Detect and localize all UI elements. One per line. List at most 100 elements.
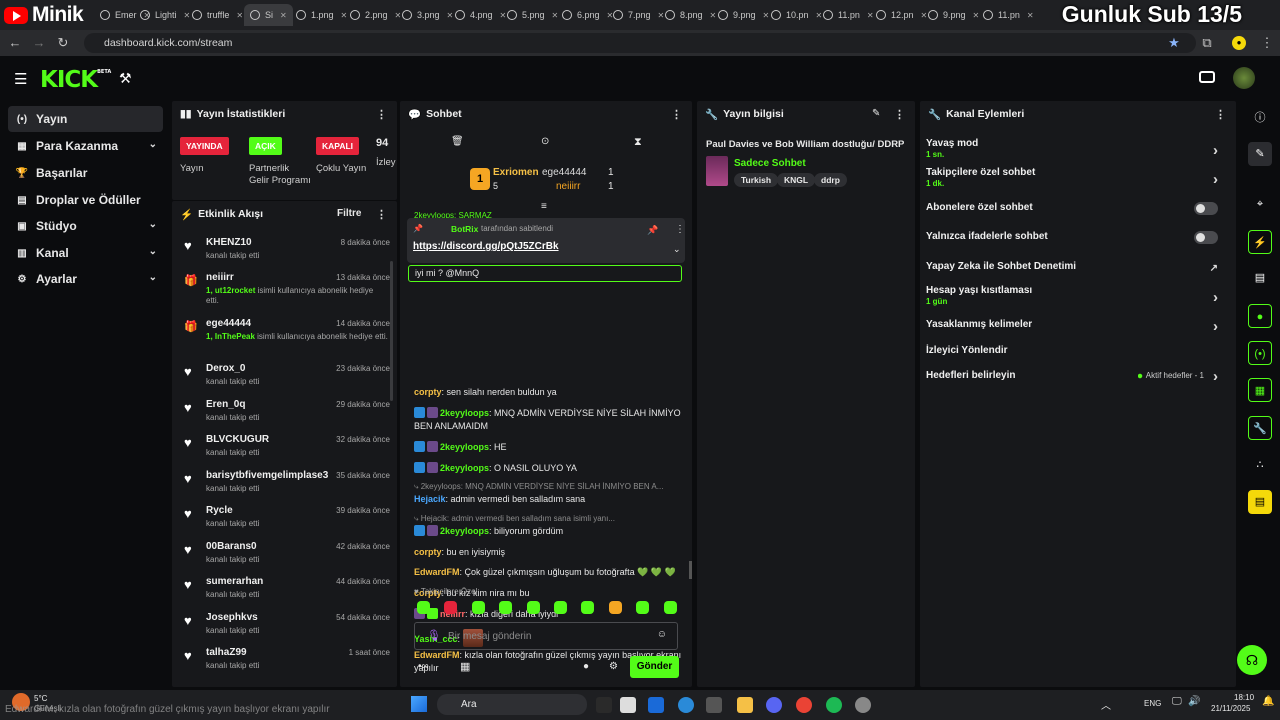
browser-menu-icon[interactable]: ⋮ bbox=[1258, 34, 1276, 52]
tab-close-icon[interactable]: ✕ bbox=[921, 11, 928, 20]
trash-icon[interactable]: 🗑 bbox=[451, 136, 464, 147]
activity-event[interactable]: ♥ talhaZ99 1 saat önce kanalı takip etti bbox=[180, 647, 390, 681]
taskbar-app-edge[interactable] bbox=[678, 697, 694, 713]
chat-rail-icon[interactable]: ● bbox=[1248, 304, 1272, 328]
channel-action-7[interactable]: İzleyici Yönlendir bbox=[926, 345, 1226, 356]
info-menu-icon[interactable]: ⋮ bbox=[894, 108, 905, 121]
help-support-icon[interactable]: ☊ bbox=[1237, 645, 1267, 675]
chat-message[interactable]: 2keyyloops: O NASIL OLUYO YA bbox=[414, 462, 684, 475]
collapse-lines-icon[interactable]: ≡ bbox=[541, 201, 547, 212]
activity-event[interactable]: ♥ Josephkvs 54 dakika önce kanalı takip ett… bbox=[180, 612, 390, 646]
windows-start-icon[interactable] bbox=[411, 696, 427, 712]
chat-input[interactable]: 🎙 Bir mesaj gönderin ☺ bbox=[414, 622, 678, 650]
reload-icon[interactable]: ↻ bbox=[54, 34, 72, 52]
chevron-down-icon[interactable]: ⌄ bbox=[149, 272, 157, 283]
unpin-icon[interactable]: 📌 bbox=[647, 225, 658, 236]
edit-pencil-icon[interactable]: ✎ bbox=[872, 108, 880, 119]
sidebar-item-6[interactable]: ⚙ Ayarlar ⌄ bbox=[8, 266, 163, 292]
browser-tab[interactable]: Lighti ✕ bbox=[140, 4, 190, 26]
chat-username[interactable]: 2keyyloops bbox=[440, 442, 489, 452]
taskbar-app-chrome[interactable] bbox=[796, 697, 812, 713]
taskbar-app-mail[interactable] bbox=[648, 697, 664, 713]
clock-time[interactable]: 18:10 bbox=[1234, 693, 1254, 702]
browser-tab[interactable]: 5.png ✕ bbox=[507, 4, 558, 26]
activity-event[interactable]: ♥ Derox_0 23 dakika önce kanalı takip etti bbox=[180, 363, 390, 397]
browser-tab[interactable]: 2.png ✕ bbox=[350, 4, 401, 26]
pinned-menu-icon[interactable]: ⋮ bbox=[675, 224, 685, 235]
chat-bubble-small-icon[interactable]: ● bbox=[583, 661, 589, 672]
store-icon[interactable]: ▦ bbox=[460, 660, 470, 673]
wrench-rail-icon[interactable]: 🔧 bbox=[1248, 416, 1272, 440]
browser-tab[interactable]: 4.png ✕ bbox=[455, 4, 506, 26]
browser-tab[interactable]: Si ✕ bbox=[244, 4, 293, 26]
reply-preview[interactable]: ⤷ 2keyyloops: MNQ ADMİN VERDİYSE NİYE Sİ… bbox=[414, 482, 684, 492]
emote-icon[interactable] bbox=[636, 601, 650, 614]
broadcast-rail-icon[interactable]: (•) bbox=[1248, 341, 1272, 365]
emote-icon[interactable] bbox=[663, 601, 677, 614]
chat-username[interactable]: 2keyyloops bbox=[440, 408, 489, 418]
tab-close-icon[interactable]: ✕ bbox=[973, 11, 980, 20]
pinned-expand-icon[interactable]: ⌄ bbox=[673, 244, 681, 255]
stream-tag[interactable]: ddrp bbox=[814, 173, 847, 187]
chevron-down-icon[interactable]: ⌄ bbox=[149, 219, 157, 230]
tray-chevron-icon[interactable]: ︿ bbox=[1101, 697, 1111, 712]
activity-scrollbar[interactable] bbox=[390, 261, 393, 401]
tab-close-icon[interactable]: ✕ bbox=[447, 11, 454, 20]
sidebar-item-0[interactable]: (•) Yayın bbox=[8, 106, 163, 132]
chevron-right-icon[interactable]: › bbox=[1213, 142, 1218, 159]
reply-preview[interactable]: ⤷ Hejacik: admin vermedi ben salladım sa… bbox=[414, 514, 684, 524]
tab-close-icon[interactable]: ✕ bbox=[1027, 11, 1034, 20]
clock-date[interactable]: 21/11/2025 bbox=[1211, 704, 1250, 713]
hourglass-icon[interactable]: ⧗ bbox=[634, 136, 642, 149]
chevron-down-icon[interactable]: ⌄ bbox=[149, 139, 157, 150]
leaderboard-row2-user[interactable]: neiiirr bbox=[556, 181, 580, 192]
chevron-right-icon[interactable]: › bbox=[1213, 171, 1218, 188]
browser-tab[interactable]: 11.pn ✕ bbox=[983, 4, 1034, 26]
sidebar-item-3[interactable]: ▤ Droplar ve Ödüller bbox=[8, 187, 163, 213]
tab-close-icon[interactable]: ✕ bbox=[710, 11, 717, 20]
user-avatar[interactable] bbox=[1233, 67, 1255, 89]
category-thumbnail[interactable] bbox=[706, 156, 728, 186]
taskbar-app-store[interactable] bbox=[620, 697, 636, 713]
chat-message[interactable]: corpty: sen silahı nerden buldun ya bbox=[414, 386, 684, 399]
chevron-right-icon[interactable]: › bbox=[1213, 289, 1218, 306]
volume-icon[interactable]: 🔊 bbox=[1188, 696, 1200, 707]
stats-menu-icon[interactable]: ⋮ bbox=[376, 108, 387, 121]
emote-icon[interactable] bbox=[499, 601, 513, 614]
browser-tab[interactable]: 9.png ✕ bbox=[718, 4, 769, 26]
tab-close-icon[interactable]: ✕ bbox=[763, 11, 770, 20]
browser-tab[interactable]: 1.png ✕ bbox=[296, 4, 347, 26]
chevron-down-icon[interactable]: ⌄ bbox=[149, 246, 157, 257]
activity-event[interactable]: ♥ KHENZ10 8 dakika önce kanalı takip etti bbox=[180, 237, 390, 271]
channel-action-3[interactable]: Yalnızca ifadelerle sohbet bbox=[926, 231, 1226, 244]
browser-tab[interactable]: 10.pn ✕ bbox=[771, 4, 822, 26]
activity-event[interactable]: 🎁 neiiirr 13 dakika önce 1, ut12rocket isim… bbox=[180, 272, 390, 306]
chat-message[interactable]: 2keyyloops: HE bbox=[414, 441, 684, 454]
tab-close-icon[interactable]: ✕ bbox=[867, 11, 874, 20]
notification-bell-icon[interactable]: 🔔 bbox=[1262, 696, 1274, 707]
sidebar-item-1[interactable]: ▦ Para Kazanma ⌄ bbox=[8, 133, 163, 159]
stream-tag[interactable]: KNGL bbox=[777, 173, 816, 187]
emote-icon[interactable] bbox=[471, 601, 485, 614]
emote-icon[interactable] bbox=[608, 601, 622, 614]
chat-message[interactable]: 2keyyloops: biliyorum gördüm bbox=[414, 525, 684, 538]
external-link-icon[interactable]: ↗ bbox=[1210, 263, 1218, 274]
stream-preview-icon[interactable] bbox=[1199, 71, 1215, 83]
tab-close-icon[interactable]: ✕ bbox=[500, 11, 507, 20]
emote-icon[interactable] bbox=[444, 601, 458, 614]
taskbar-app-explorer[interactable] bbox=[737, 697, 753, 713]
hamburger-menu-icon[interactable]: ☰ bbox=[14, 70, 27, 88]
activity-event[interactable]: ♥ sumerarhan 44 dakika önce kanalı takip et… bbox=[180, 576, 390, 610]
browser-tab[interactable]: 9.png ✕ bbox=[928, 4, 979, 26]
activity-event[interactable]: ♥ BLVCKUGUR 32 dakika önce kanalı takip ett… bbox=[180, 434, 390, 468]
channel-action-0[interactable]: Yavaş mod 1 sn. › bbox=[926, 138, 1226, 159]
kick-logo[interactable]: KICKBETA bbox=[40, 67, 111, 93]
chat-message[interactable]: 2keyyloops: MNQ ADMİN VERDİYSE NİYE SİLA… bbox=[414, 407, 684, 433]
chat-gear-icon[interactable]: ⚙ bbox=[609, 661, 618, 672]
mic-icon[interactable]: 🎙 bbox=[427, 629, 441, 642]
channel-action-8[interactable]: Hedefleri belirleyin Aktif hedefler - 1 › bbox=[926, 368, 1226, 385]
chevron-right-icon[interactable]: › bbox=[1213, 368, 1218, 385]
emote-icon[interactable] bbox=[554, 601, 567, 614]
channel-action-1[interactable]: Takipçilere özel sohbet 1 dk. › bbox=[926, 167, 1226, 188]
emoji-icon[interactable]: ☺ bbox=[657, 629, 667, 640]
